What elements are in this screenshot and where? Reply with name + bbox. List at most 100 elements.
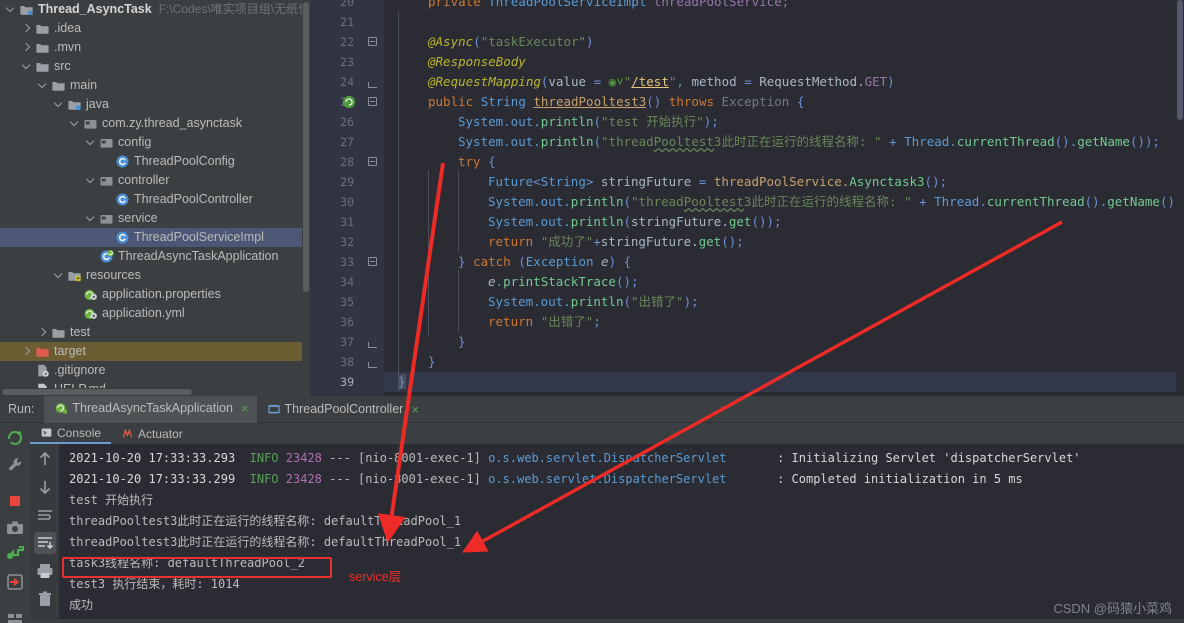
tree-item-label: com.zy.thread_asynctask xyxy=(102,116,243,130)
tree-item[interactable]: src xyxy=(0,57,310,76)
trash-icon[interactable] xyxy=(34,588,56,610)
tree-item-label: ThreadPoolConfig xyxy=(134,154,235,168)
chevron-down-icon[interactable] xyxy=(70,118,81,129)
tree-item[interactable]: java xyxy=(0,95,310,114)
fold-end-marker[interactable] xyxy=(368,342,377,348)
scroll-up-icon[interactable] xyxy=(34,448,56,470)
editor-vertical-scrollbar[interactable] xyxy=(1176,0,1184,396)
run-tab-label: ThreadAsyncTaskApplication xyxy=(72,401,233,415)
gitignore-file-icon xyxy=(38,364,49,377)
stop-icon[interactable] xyxy=(4,490,26,512)
tree-vertical-scroll-thumb[interactable] xyxy=(303,2,309,292)
run-sub-tab-bar[interactable]: Console Actuator xyxy=(30,423,1184,444)
scroll-to-end-icon[interactable] xyxy=(33,532,56,554)
tree-item[interactable]: controller xyxy=(0,171,310,190)
chevron-down-icon[interactable] xyxy=(86,213,97,224)
run-tab-1[interactable]: ThreadAsyncTaskApplication × xyxy=(44,395,257,423)
tree-item[interactable]: application.properties xyxy=(0,285,310,304)
tree-item[interactable]: ThreadPoolConfig xyxy=(0,152,310,171)
package-icon xyxy=(100,138,113,148)
project-tree-panel[interactable]: Thread_AsyncTask F:\Codes\唯实项目组\无纸化出 .idea… xyxy=(0,0,310,396)
tree-item[interactable]: ThreadPoolServiceImpl xyxy=(0,228,310,247)
editor-code-area[interactable]: private ThreadPoolServiceImpl threadPool… xyxy=(384,0,1184,396)
chevron-down-icon[interactable] xyxy=(86,175,97,186)
tree-item[interactable]: resources xyxy=(0,266,310,285)
tree-item[interactable]: .gitignore xyxy=(0,361,310,380)
run-toolbar[interactable] xyxy=(0,423,30,623)
sub-tab-console[interactable]: Console xyxy=(30,423,112,444)
code-editor-panel[interactable]: 2021222324252627282930313233343536373839… xyxy=(310,0,1184,396)
fold-end-marker[interactable] xyxy=(368,82,377,88)
tree-item[interactable]: ThreadAsyncTaskApplication xyxy=(0,247,310,266)
line-number: 27 xyxy=(340,135,354,149)
spring-boot-class-icon xyxy=(100,249,114,263)
fold-collapse-icon[interactable] xyxy=(368,257,377,266)
line-number: 30 xyxy=(340,195,354,209)
camera-icon[interactable] xyxy=(4,517,26,539)
tree-item[interactable]: .idea xyxy=(0,19,310,38)
soft-wrap-icon[interactable] xyxy=(34,504,56,526)
tree-item[interactable]: ThreadPoolController xyxy=(0,190,310,209)
console-output[interactable]: 2021-10-20 17:33:33.293 INFO 23428 --- [… xyxy=(59,444,1184,619)
chevron-down-icon[interactable] xyxy=(38,80,49,91)
line-number: 23 xyxy=(340,55,354,69)
service-layer-annotation: service层 xyxy=(349,570,402,584)
chevron-down-icon[interactable] xyxy=(54,270,65,281)
sub-tab-actuator[interactable]: Actuator xyxy=(111,423,193,444)
thread-dump-icon[interactable] xyxy=(4,544,26,566)
console-line: test 开始执行 xyxy=(69,493,154,507)
spring-config-icon xyxy=(84,308,97,320)
spring-endpoint-gutter-icon[interactable] xyxy=(342,95,356,109)
resources-folder-icon xyxy=(68,271,81,282)
indent-guide xyxy=(458,270,459,332)
wrench-icon[interactable] xyxy=(4,454,26,476)
tree-item[interactable]: config xyxy=(0,133,310,152)
fold-collapse-icon[interactable] xyxy=(368,157,377,166)
run-tool-window[interactable]: Run: ThreadAsyncTaskApplication × ThreadPo… xyxy=(0,395,1184,623)
chevron-right-icon[interactable] xyxy=(22,346,33,357)
console-side-toolbar[interactable] xyxy=(30,444,59,619)
tree-item[interactable]: com.zy.thread_asynctask xyxy=(0,114,310,133)
close-icon[interactable]: × xyxy=(241,401,249,416)
chevron-down-icon[interactable] xyxy=(6,4,17,15)
tree-item[interactable]: .mvn xyxy=(0,38,310,57)
editor-scroll-thumb[interactable] xyxy=(1177,0,1183,120)
java-class-icon xyxy=(116,193,129,206)
tree-item-label: java xyxy=(86,97,109,111)
tree-item[interactable]: main xyxy=(0,76,310,95)
tree-item[interactable]: application.yml xyxy=(0,304,310,323)
scroll-down-icon[interactable] xyxy=(34,476,56,498)
close-icon[interactable]: × xyxy=(411,402,419,417)
tree-horizontal-scroll-thumb[interactable] xyxy=(2,389,192,395)
chevron-down-icon[interactable] xyxy=(86,137,97,148)
tree-item-label: ThreadPoolController xyxy=(134,192,253,206)
code-line: } catch (Exception e) { xyxy=(458,254,632,269)
fold-collapse-icon[interactable] xyxy=(368,97,377,106)
chevron-right-icon[interactable] xyxy=(22,23,33,34)
console-line: 成功 xyxy=(69,598,94,612)
tree-item[interactable]: Thread_AsyncTask F:\Codes\唯实项目组\无纸化出 xyxy=(0,0,310,19)
layout-icon[interactable] xyxy=(4,607,26,623)
tree-item[interactable]: service xyxy=(0,209,310,228)
console-line: task3线程名称: defaultThreadPool_2 xyxy=(69,556,305,570)
tree-item[interactable]: target xyxy=(0,342,310,361)
tree-vertical-scrollbar[interactable] xyxy=(302,0,310,396)
fold-end-marker[interactable] xyxy=(368,362,377,368)
print-icon[interactable] xyxy=(34,560,56,582)
run-tab-2[interactable]: ThreadPoolController × xyxy=(257,396,427,423)
tree-item[interactable]: test xyxy=(0,323,310,342)
folder-icon xyxy=(36,62,49,72)
rerun-icon[interactable] xyxy=(4,427,26,449)
chevron-right-icon[interactable] xyxy=(38,327,49,338)
console-icon xyxy=(41,428,52,437)
exit-icon[interactable] xyxy=(4,571,26,593)
chevron-down-icon[interactable] xyxy=(22,61,33,72)
tree-item-label: ThreadAsyncTaskApplication xyxy=(118,249,279,263)
fold-collapse-icon[interactable] xyxy=(368,37,377,46)
chevron-down-icon[interactable] xyxy=(54,99,65,110)
chevron-right-icon[interactable] xyxy=(22,42,33,53)
run-tab-bar[interactable]: Run: ThreadAsyncTaskApplication × ThreadPo… xyxy=(0,395,1184,423)
editor-fold-gutter[interactable] xyxy=(362,0,384,396)
code-line: System.out.println(stringFuture.get()); xyxy=(488,214,782,229)
